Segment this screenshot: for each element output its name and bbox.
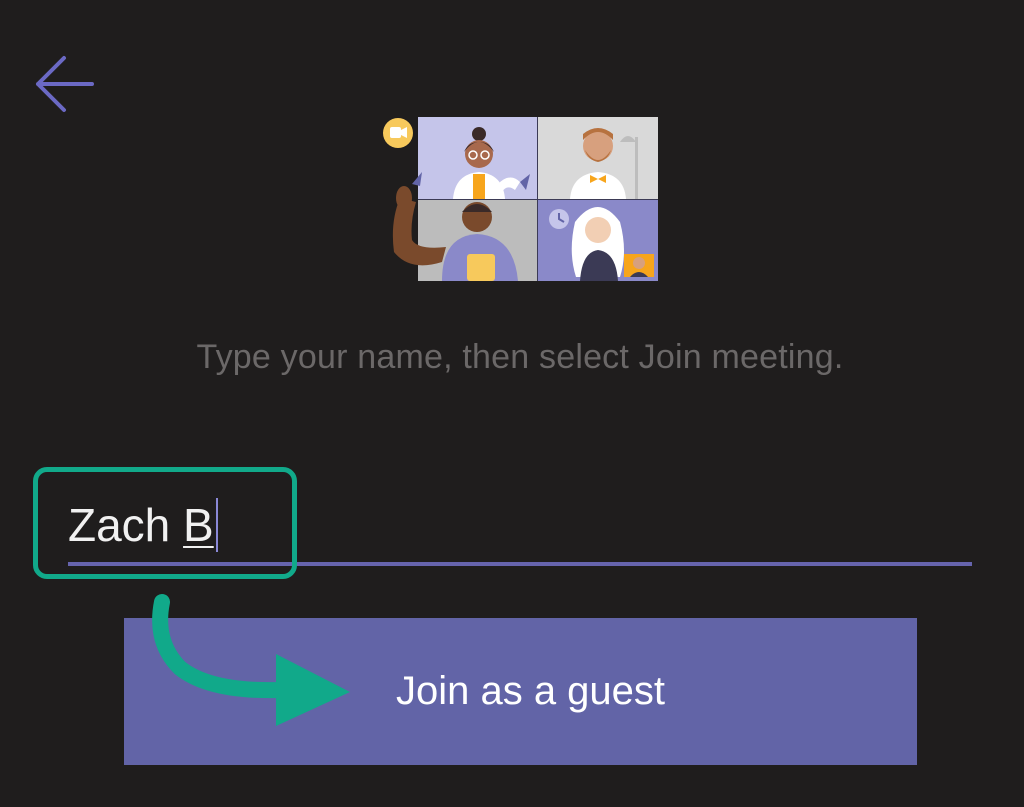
join-as-guest-label: Join as a guest bbox=[395, 669, 666, 713]
join-meeting-screen: Type your name, then select Join meeting… bbox=[0, 0, 1024, 807]
text-cursor bbox=[215, 498, 218, 552]
name-field-underline bbox=[68, 562, 972, 566]
name-field[interactable]: Zach B bbox=[68, 490, 972, 566]
video-meeting-illustration bbox=[380, 112, 662, 284]
name-input-composing-text: B bbox=[183, 499, 214, 551]
join-as-guest-button[interactable]: Join as a guest bbox=[124, 618, 917, 765]
instruction-text: Type your name, then select Join meeting… bbox=[196, 338, 844, 376]
arrow-left-icon bbox=[36, 56, 94, 112]
name-input-text: Zach bbox=[68, 499, 184, 551]
back-button[interactable] bbox=[30, 52, 98, 116]
name-input[interactable]: Zach B bbox=[68, 490, 218, 560]
